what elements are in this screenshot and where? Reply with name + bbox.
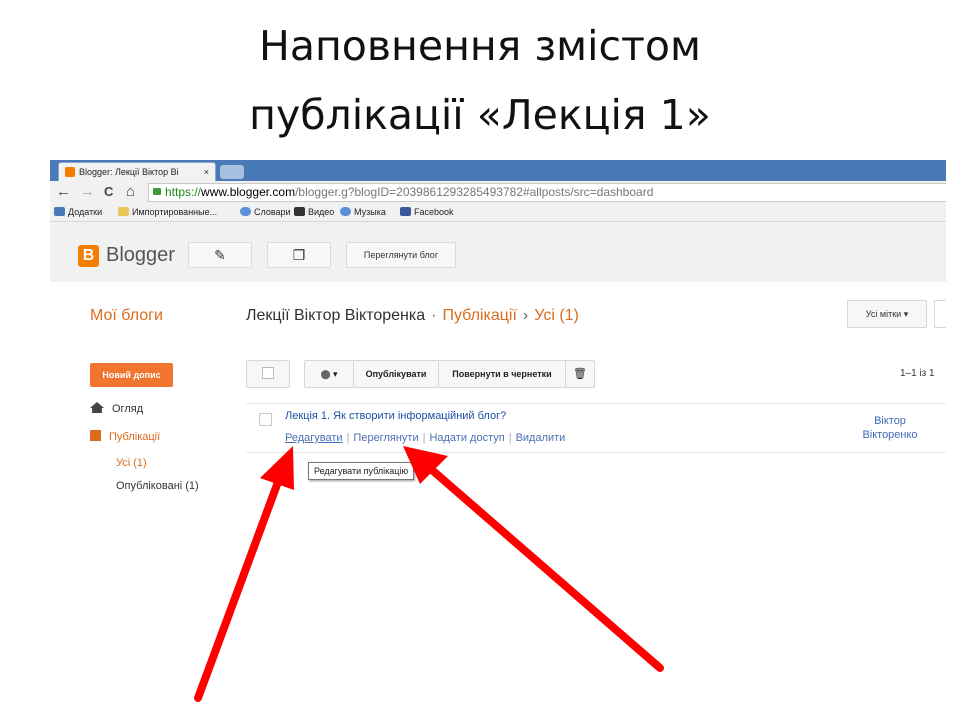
edit-post-link[interactable]: Редагувати [285,432,343,444]
bookmark-label: Видео [308,207,335,217]
publish-button[interactable]: Опублікувати [353,360,439,388]
url-host: www.blogger.com [201,185,296,199]
view-blog-button[interactable]: Переглянути блог [346,242,456,268]
label-dropdown-button[interactable]: ⬤ ▾ [304,360,354,388]
facebook-icon [400,207,411,216]
breadcrumb-dot: · [431,307,437,324]
sidebar-item-label: Огляд [112,403,144,415]
view-post-link[interactable]: Переглянути [353,432,418,444]
arrow-to-edit-shaft [194,478,282,702]
breadcrumb-arrow: › [522,307,529,324]
tag-icon: ⬤ [320,369,331,379]
url-scheme: https:// [165,185,202,199]
bookmark-apps[interactable]: Додатки [54,203,102,221]
forward-icon[interactable]: → [80,182,95,202]
bookmark-video[interactable]: Видео [294,203,334,221]
all-labels-dropdown[interactable]: Усі мітки ▾ [847,300,927,328]
reload-icon[interactable]: C [104,182,113,202]
new-tab-button[interactable] [220,165,244,179]
bookmark-label: Додатки [68,207,103,217]
url-path: /blogger.g?blogID=2039861293285493782#al… [295,185,654,199]
copy-button[interactable]: ❐ [267,242,331,268]
bookmark-label: Музыка [354,207,386,217]
bookmark-label: Facebook [414,207,454,217]
search-box[interactable] [934,300,946,328]
browser-window: Blogger: Лекції Віктор Ві × ← → C ⌂ http… [50,160,946,500]
pencil-icon: ✎ [214,247,226,263]
slide-title-line-2: публікації «Лекція 1» [249,91,711,139]
url-text: https://www.blogger.com/blogger.g?blogID… [165,184,653,201]
bookmark-dictionaries[interactable]: Словари [240,203,291,221]
bookmark-music[interactable]: Музыка [340,203,386,221]
home-icon[interactable]: ⌂ [126,182,135,202]
author-first-name: Віктор [874,415,906,427]
post-checkbox[interactable] [259,413,272,426]
tab-strip: Blogger: Лекції Віктор Ві × [50,160,946,182]
trash-icon: 🗑 [573,368,587,380]
breadcrumb-posts[interactable]: Публікації [442,307,516,324]
blogger-header: B Blogger ✎ ❐ Переглянути блог [50,222,946,282]
my-blogs-title[interactable]: Мої блоги [90,307,163,325]
posts-icon [90,430,101,441]
bookmark-label: Словари [254,207,291,217]
lock-icon [153,188,161,195]
sidebar-item-published[interactable]: Опубліковані (1) [116,480,199,492]
back-icon[interactable]: ← [56,182,71,202]
delete-post-link[interactable]: Видалити [516,432,566,444]
post-author[interactable]: Віктор Вікторенко [850,414,930,442]
sidebar-item-all[interactable]: Усі (1) [116,457,147,469]
navigation-bar: ← → C ⌂ https://www.blogger.com/blogger.… [50,181,946,203]
video-icon [294,207,305,216]
folder-icon [118,207,129,216]
breadcrumb: Лекції Віктор Вікторенка · Публікації › Усі … [246,307,579,325]
post-title-link[interactable]: Лекція 1. Як створити інформаційний блог… [285,410,506,422]
divider: | [346,432,350,444]
divider [246,403,946,404]
all-labels-text: Усі мітки [865,309,902,319]
apps-grid-icon [54,207,65,216]
tab-close-icon[interactable]: × [204,163,209,181]
home-icon [90,402,104,413]
pagination-count: 1–1 із 1 [900,368,935,379]
divider: | [508,432,512,444]
post-actions: Редагувати | Переглянути | Надати доступ | Вид… [285,432,565,444]
browser-tab[interactable]: Blogger: Лекції Віктор Ві × [58,162,216,182]
revert-to-draft-button[interactable]: Повернути в чернетки [438,360,566,388]
bookmark-imported[interactable]: Импортированные... [118,203,217,221]
chevron-down-icon: ▾ [903,309,909,319]
breadcrumb-blog-name[interactable]: Лекції Віктор Вікторенка [246,307,425,324]
bookmark-facebook[interactable]: Facebook [400,203,454,221]
bookmarks-bar: Додатки Импортированные... Словари Видео… [50,203,946,222]
divider [246,452,946,453]
sidebar-item-posts[interactable]: Публікації [90,430,160,443]
tab-title: Blogger: Лекції Віктор Ві [79,167,179,177]
globe-icon [340,207,351,216]
address-bar[interactable]: https://www.blogger.com/blogger.g?blogID… [148,183,946,202]
sidebar-item-overview[interactable]: Огляд [90,402,143,415]
blogger-logo-text: Blogger [106,244,175,266]
new-post-pencil-button[interactable]: ✎ [188,242,252,268]
bookmark-label: Импортированные... [132,207,218,217]
delete-button[interactable]: 🗑 [565,360,595,388]
author-last-name: Вікторенко [862,429,918,441]
globe-icon [240,207,251,216]
edit-post-tooltip: Редагувати публікацію [308,462,415,480]
copy-icon: ❐ [292,247,306,263]
blogger-favicon-icon [65,167,75,177]
divider: | [422,432,426,444]
sidebar-item-label: Публікації [109,431,161,443]
chevron-down-icon: ▾ [333,369,338,379]
blogger-logo-icon: B [78,245,99,267]
checkbox-icon [262,367,274,379]
select-all-checkbox-button[interactable] [246,360,290,388]
new-post-button[interactable]: Новий допис [90,363,173,387]
slide-title-line-1: Наповнення змістом [259,22,701,70]
share-post-link[interactable]: Надати доступ [429,432,504,444]
breadcrumb-filter: Усі (1) [534,307,579,324]
